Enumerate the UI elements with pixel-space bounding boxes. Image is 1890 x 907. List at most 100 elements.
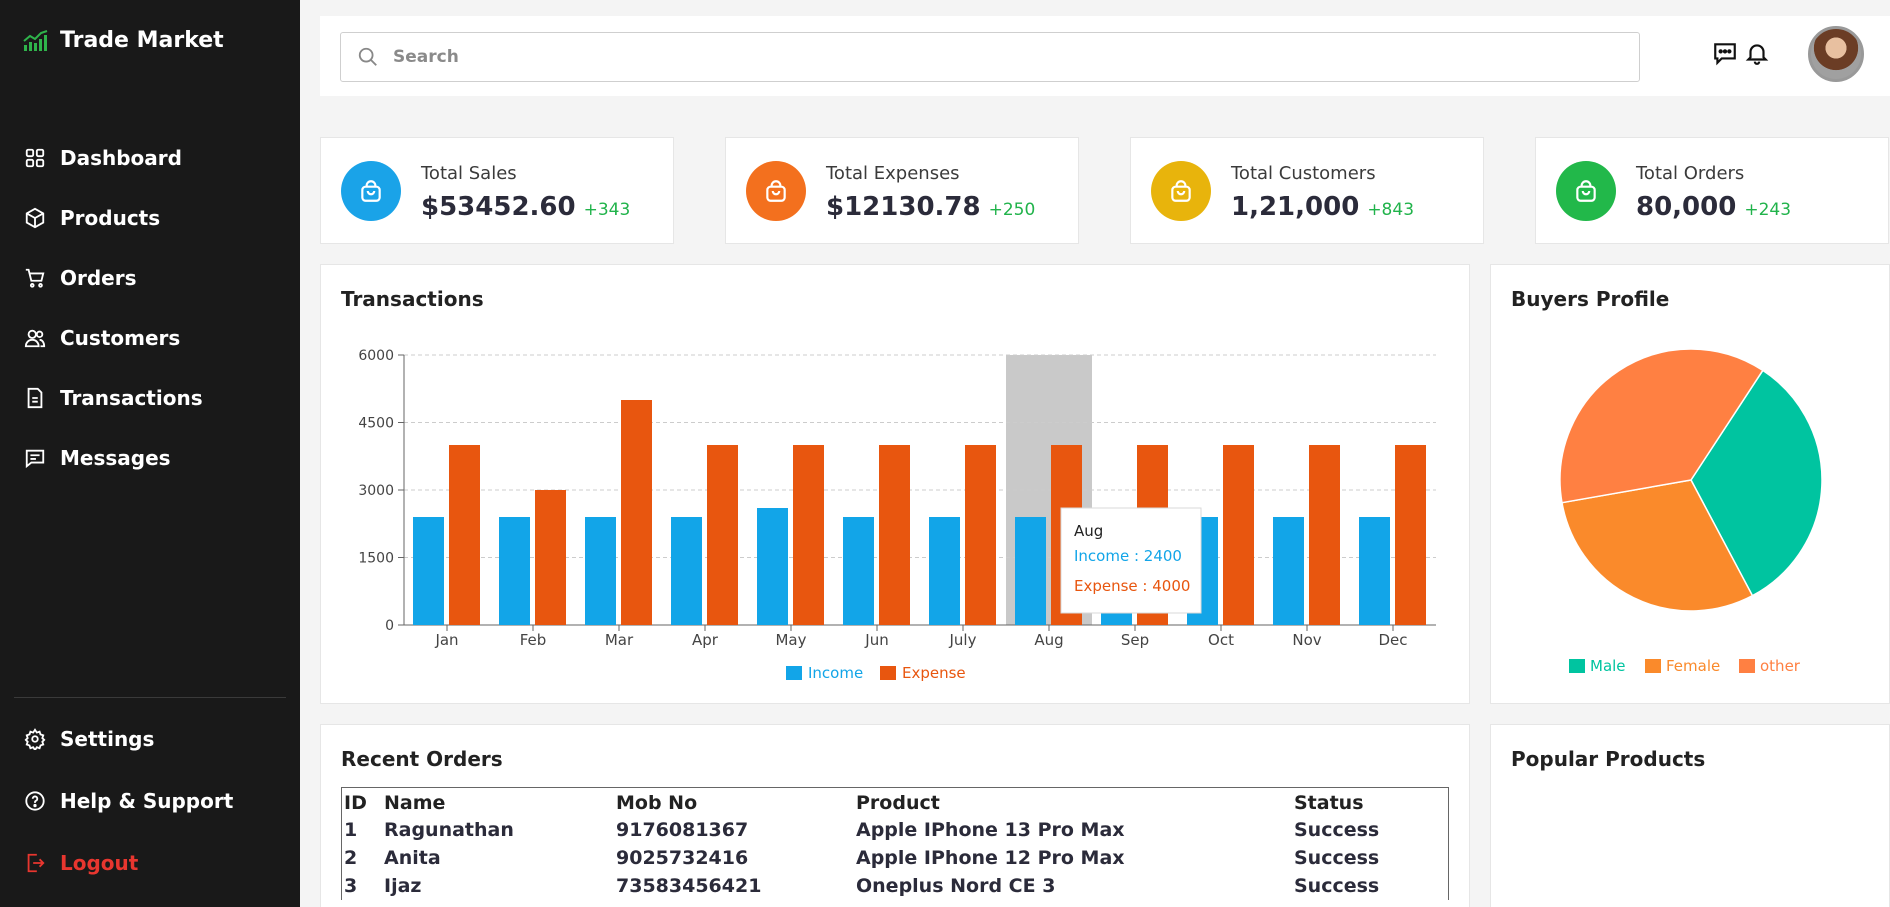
cell-name: Ragunathan bbox=[384, 819, 514, 841]
stat-icon-bg bbox=[341, 161, 401, 221]
tooltip-line: Expense : 4000 bbox=[1074, 577, 1190, 595]
chat-icon[interactable] bbox=[1712, 40, 1738, 66]
stat-label: Total Customers bbox=[1231, 163, 1376, 184]
top-bar bbox=[320, 16, 1890, 96]
shopping-bag-icon bbox=[1171, 180, 1191, 202]
stat-card-total-expenses[interactable]: Total Expenses $12130.78 +250 bbox=[725, 137, 1079, 244]
legend-label: Female bbox=[1666, 657, 1720, 675]
bar-income bbox=[929, 517, 960, 625]
stat-card-total-customers[interactable]: Total Customers 1,21,000 +843 bbox=[1130, 137, 1484, 244]
buyers-profile-panel: Buyers Profile Male Female other bbox=[1490, 264, 1890, 704]
bar-income bbox=[413, 517, 444, 625]
table-row[interactable]: 3 Ijaz 73583456421 Oneplus Nord CE 3 Suc… bbox=[342, 872, 1448, 900]
x-tick-label: Mar bbox=[605, 631, 634, 649]
x-tick-label: Jun bbox=[864, 631, 888, 649]
bar-income bbox=[499, 517, 530, 625]
stat-label: Total Sales bbox=[421, 163, 517, 184]
nav-label: Dashboard bbox=[60, 146, 182, 170]
col-header-id: ID bbox=[344, 792, 367, 814]
cell-product: Oneplus Nord CE 3 bbox=[856, 875, 1056, 897]
help-icon bbox=[25, 791, 45, 811]
nav-label: Messages bbox=[60, 446, 171, 470]
stat-value-text: $53452.60 bbox=[421, 192, 576, 222]
cell-status: Success bbox=[1294, 847, 1380, 869]
bell-icon[interactable] bbox=[1744, 40, 1770, 66]
nav-item-transactions[interactable]: Transactions bbox=[24, 368, 284, 428]
stat-delta: +250 bbox=[988, 200, 1036, 220]
bar-income bbox=[1359, 517, 1390, 625]
legend-swatch bbox=[1569, 659, 1585, 673]
bar-income bbox=[1273, 517, 1304, 625]
nav-item-customers[interactable]: Customers bbox=[24, 308, 284, 368]
nav-item-products[interactable]: Products bbox=[24, 188, 284, 248]
transactions-panel: Transactions 0 1500 3000 4500 6000 Jan Feb Mar A… bbox=[320, 264, 1470, 704]
legend-label: other bbox=[1760, 657, 1801, 675]
table-row[interactable]: 2 Anita 9025732416 Apple IPhone 12 Pro M… bbox=[342, 844, 1448, 872]
stat-value: 1,21,000 +843 bbox=[1231, 192, 1414, 222]
legend-label: Income bbox=[808, 664, 863, 682]
stat-label: Total Orders bbox=[1636, 163, 1745, 184]
bar-income bbox=[843, 517, 874, 625]
cell-product: Apple IPhone 13 Pro Max bbox=[856, 819, 1125, 841]
legend-label: Expense bbox=[902, 664, 966, 682]
bar-expense bbox=[1223, 445, 1254, 625]
stat-value: $53452.60 +343 bbox=[421, 192, 630, 222]
search-icon bbox=[358, 47, 377, 66]
cell-product: Apple IPhone 12 Pro Max bbox=[856, 847, 1125, 869]
bar-expense bbox=[1309, 445, 1340, 625]
x-tick-label: Jan bbox=[434, 631, 458, 649]
x-tick-label: Nov bbox=[1292, 631, 1321, 649]
nav-label: Products bbox=[60, 206, 161, 230]
box-icon bbox=[25, 207, 45, 229]
bar-income bbox=[671, 517, 702, 625]
cell-mob: 9176081367 bbox=[616, 819, 749, 841]
grid-icon bbox=[25, 148, 45, 168]
cell-mob: 73583456421 bbox=[616, 875, 762, 897]
search-input[interactable] bbox=[393, 47, 1593, 67]
y-tick-label: 3000 bbox=[358, 483, 394, 499]
transactions-chart: 0 1500 3000 4500 6000 Jan Feb Mar Apr May Jun July A… bbox=[358, 348, 1436, 682]
nav-item-logout[interactable]: Logout bbox=[24, 832, 284, 894]
logout-icon bbox=[27, 853, 45, 873]
x-tick-label: May bbox=[775, 631, 806, 649]
app-title: Trade Market bbox=[60, 28, 224, 53]
nav-item-help[interactable]: Help & Support bbox=[24, 770, 284, 832]
table-row[interactable]: 1 Ragunathan 9176081367 Apple IPhone 13 … bbox=[342, 816, 1448, 844]
legend-swatch bbox=[1645, 659, 1661, 673]
orders-table: ID Name Mob No Product Status 1 Ragunath… bbox=[341, 787, 1449, 900]
col-header-mob: Mob No bbox=[616, 792, 698, 814]
cell-id: 3 bbox=[344, 875, 358, 897]
brand[interactable]: Trade Market bbox=[22, 28, 224, 53]
stat-card-total-sales[interactable]: Total Sales $53452.60 +343 bbox=[320, 137, 674, 244]
legend-swatch bbox=[880, 666, 896, 680]
x-tick-label: Aug bbox=[1034, 631, 1063, 649]
sidebar-divider bbox=[14, 697, 286, 698]
nav-item-orders[interactable]: Orders bbox=[24, 248, 284, 308]
search-box[interactable] bbox=[340, 32, 1640, 82]
cell-id: 1 bbox=[344, 819, 358, 841]
bar-expense bbox=[535, 490, 566, 625]
table-header-row: ID Name Mob No Product Status bbox=[342, 788, 1448, 816]
bar-expense bbox=[1395, 445, 1426, 625]
message-icon bbox=[25, 449, 45, 469]
bar-expense bbox=[707, 445, 738, 625]
recent-orders-title: Recent Orders bbox=[341, 747, 503, 771]
legend-label: Male bbox=[1590, 657, 1626, 675]
stat-card-total-orders[interactable]: Total Orders 80,000 +243 bbox=[1535, 137, 1889, 244]
nav-item-messages[interactable]: Messages bbox=[24, 428, 284, 488]
nav-item-settings[interactable]: Settings bbox=[24, 708, 284, 770]
bar-expense bbox=[793, 445, 824, 625]
cell-status: Success bbox=[1294, 875, 1380, 897]
shopping-bag-icon bbox=[361, 180, 381, 202]
shopping-bag-icon bbox=[1576, 180, 1596, 202]
nav-item-dashboard[interactable]: Dashboard bbox=[24, 128, 284, 188]
stat-label: Total Expenses bbox=[826, 163, 960, 184]
cell-name: Ijaz bbox=[384, 875, 422, 897]
y-tick-label: 1500 bbox=[358, 551, 394, 567]
recent-orders-panel: Recent Orders ID Name Mob No Product Sta… bbox=[320, 724, 1470, 907]
x-tick-label: Apr bbox=[692, 631, 719, 649]
sidebar: Trade Market Dashboard Products Orders C… bbox=[0, 0, 300, 907]
main-nav: Dashboard Products Orders Customers Tran… bbox=[24, 128, 284, 488]
y-tick-label: 6000 bbox=[358, 348, 394, 364]
user-avatar[interactable] bbox=[1808, 26, 1864, 82]
